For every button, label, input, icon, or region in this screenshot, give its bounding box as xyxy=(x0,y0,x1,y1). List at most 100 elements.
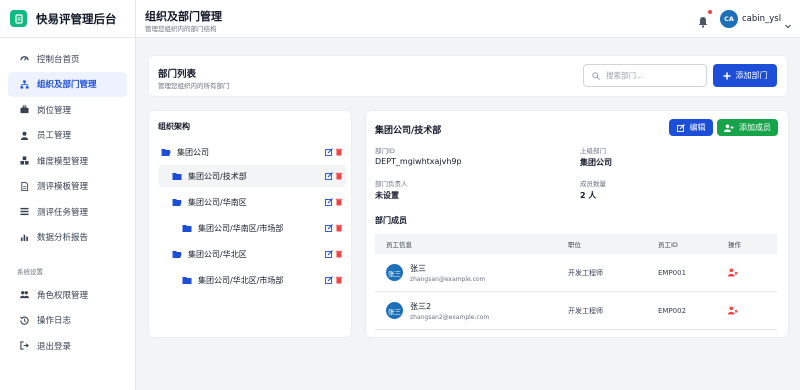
edit-icon[interactable] xyxy=(325,250,333,258)
member-emp-id: EMP001 xyxy=(658,268,687,277)
sidebar-item-logs[interactable]: 操作日志 xyxy=(8,308,127,334)
tree-node-label: 集团公司/技术部 xyxy=(188,171,247,181)
bar-chart-icon xyxy=(17,233,31,242)
delete-icon[interactable] xyxy=(335,148,343,156)
member-avatar: 张三 xyxy=(386,264,403,281)
table-row: 张三 张三2 zhangsan2@example.com 开发工程师 EMP00… xyxy=(375,292,777,330)
search-input[interactable] xyxy=(606,71,706,80)
tree-node-label: 集团公司 xyxy=(177,147,209,157)
edit-icon[interactable] xyxy=(325,276,333,284)
sidebar-item-label: 测评任务管理 xyxy=(37,207,89,218)
delete-icon[interactable] xyxy=(335,198,343,206)
user-icon xyxy=(17,131,31,140)
edit-icon[interactable] xyxy=(325,148,333,156)
remove-member-icon[interactable] xyxy=(728,268,738,277)
tree-node-actions xyxy=(323,224,343,232)
task-list-icon xyxy=(17,207,31,216)
sidebar-item-label: 退出登录 xyxy=(37,341,72,352)
user-name[interactable]: cabin_ysl xyxy=(742,14,781,24)
add-member-button[interactable]: 添加成员 xyxy=(717,119,778,136)
sidebar-item-positions[interactable]: 岗位管理 xyxy=(8,97,127,123)
sidebar-item-label: 组织及部门管理 xyxy=(37,80,97,91)
brand: 快易评管理后台 xyxy=(0,0,135,38)
users-cog-icon xyxy=(17,290,31,299)
add-member-label: 添加成员 xyxy=(739,123,771,132)
top-header: 组织及部门管理 管理您组织内的部门结构 CA cabin_ysl xyxy=(136,0,800,38)
edit-icon[interactable] xyxy=(325,172,333,180)
dept-id-value: DEPT_mgiwhtxajvh9p xyxy=(375,157,462,166)
sidebar-item-templates[interactable]: 测评模板管理 xyxy=(8,174,127,200)
sidebar-item-dimension-models[interactable]: 维度模型管理 xyxy=(8,148,127,174)
tree-node-actions xyxy=(323,172,343,180)
sidebar-item-dashboard[interactable]: 控制台首页 xyxy=(8,46,127,72)
sidebar-item-roles[interactable]: 角色权限管理 xyxy=(8,282,127,308)
history-icon xyxy=(17,316,31,325)
search-icon xyxy=(592,71,600,80)
edit-icon xyxy=(676,123,685,132)
sidebar-item-logout[interactable]: 退出登录 xyxy=(8,333,127,359)
dept-head-value: 未设置 xyxy=(375,191,399,200)
user-plus-icon xyxy=(724,124,734,132)
member-info: 张三 张三2 zhangsan2@example.com xyxy=(375,301,555,321)
dept-id-label: 部门ID xyxy=(375,147,395,155)
sidebar-item-reports[interactable]: 数据分析报告 xyxy=(8,225,127,251)
sidebar-item-label: 维度模型管理 xyxy=(37,156,89,167)
folder-open-icon xyxy=(172,198,182,206)
member-email: zhangsan2@example.com xyxy=(410,313,490,321)
tree-node-actions xyxy=(323,276,343,284)
dept-detail-panel: 集团公司/技术部 编辑 添加成员 部门ID DEPT_mgiwhtxajvh9p… xyxy=(365,110,789,338)
user-avatar[interactable]: CA xyxy=(720,10,738,28)
column-header: 操作 xyxy=(728,241,741,249)
parent-dept-value: 集团公司 xyxy=(580,158,612,167)
briefcase-icon xyxy=(17,105,31,114)
page-subtitle: 管理您组织内的部门结构 xyxy=(145,25,217,33)
logout-icon xyxy=(17,341,31,350)
tree-node[interactable]: 集团公司/华南区 xyxy=(158,191,346,213)
tree-node[interactable]: 集团公司/华北区 xyxy=(158,243,346,265)
tree-node-actions xyxy=(323,198,343,206)
members-title: 部门成员 xyxy=(375,216,407,225)
edit-icon[interactable] xyxy=(325,224,333,232)
file-icon xyxy=(17,181,31,191)
app-title: 快易评管理后台 xyxy=(36,11,117,26)
sidebar-item-label: 数据分析报告 xyxy=(37,233,89,244)
remove-member-icon[interactable] xyxy=(728,306,738,315)
app-logo-icon xyxy=(10,10,27,27)
folder-icon xyxy=(182,276,192,284)
delete-icon[interactable] xyxy=(335,224,343,232)
tree-node[interactable]: 集团公司 xyxy=(158,141,346,163)
dept-list-header: 部门列表 管理您组织内的所有部门 添加部门 xyxy=(148,55,788,97)
delete-icon[interactable] xyxy=(335,276,343,284)
tree-node[interactable]: 集团公司/华南区/市场部 xyxy=(158,217,346,239)
sidebar-item-label: 测评模板管理 xyxy=(37,182,89,193)
folder-icon xyxy=(182,224,192,232)
cubes-icon xyxy=(17,156,31,165)
delete-icon[interactable] xyxy=(335,250,343,258)
table-header: 员工信息 职位 员工ID 操作 xyxy=(375,234,777,254)
search-box xyxy=(583,64,707,87)
delete-icon[interactable] xyxy=(335,172,343,180)
edit-icon[interactable] xyxy=(325,198,333,206)
sidebar-item-org[interactable]: 组织及部门管理 xyxy=(8,71,127,97)
dept-head-label: 部门负责人 xyxy=(375,180,408,188)
tree-node[interactable]: 集团公司/华北区/市场部 xyxy=(158,269,346,291)
sidebar-item-employees[interactable]: 员工管理 xyxy=(8,123,127,149)
members-table: 员工信息 职位 员工ID 操作 张三 张三 zhangsan@example.c… xyxy=(375,234,777,330)
tree-node[interactable]: 集团公司/技术部 xyxy=(158,165,346,187)
column-header: 职位 xyxy=(568,241,581,249)
org-chart-icon xyxy=(17,80,31,89)
add-dept-button[interactable]: 添加部门 xyxy=(713,64,777,87)
tree-node-label: 集团公司/华南区/市场部 xyxy=(198,223,284,233)
page-title: 组织及部门管理 xyxy=(145,10,222,23)
member-position: 开发工程师 xyxy=(568,306,603,315)
dept-list-title: 部门列表 xyxy=(158,69,197,80)
sidebar-item-tasks[interactable]: 测评任务管理 xyxy=(8,199,127,225)
notification-bell-icon[interactable] xyxy=(697,13,709,28)
member-email: zhangsan@example.com xyxy=(410,275,486,283)
parent-dept-label: 上级部门 xyxy=(580,147,606,155)
member-name: 张三 xyxy=(410,263,426,273)
sidebar-item-label: 操作日志 xyxy=(37,316,72,327)
edit-button[interactable]: 编辑 xyxy=(669,119,713,136)
member-name: 张三2 xyxy=(410,301,432,311)
chevron-down-icon[interactable] xyxy=(784,15,792,29)
